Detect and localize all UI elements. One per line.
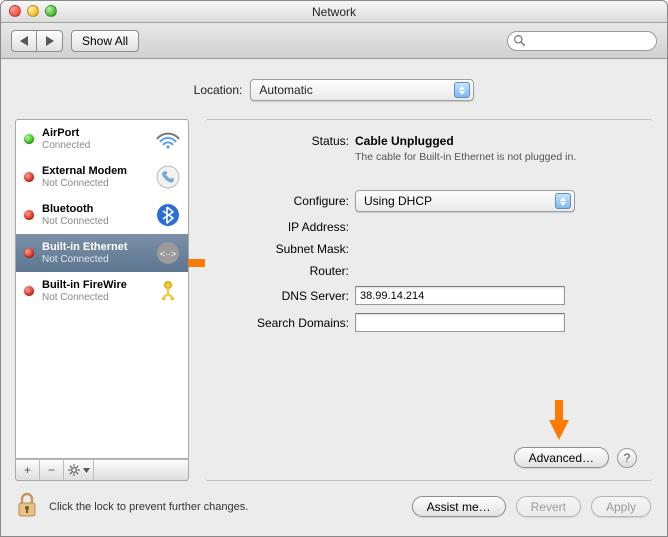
sidebar-toolbar: + − (15, 459, 189, 481)
titlebar: Network (1, 1, 667, 23)
window-title: Network (312, 5, 356, 19)
status-dot-icon (24, 172, 34, 182)
firewire-icon (154, 277, 182, 305)
triangle-right-icon (46, 36, 54, 46)
sidebar-wrap: AirPort Connected External Modem Not Con… (15, 119, 189, 481)
configure-popup[interactable]: Using DHCP (355, 190, 575, 212)
status-label: Status: (215, 134, 355, 164)
svg-text:<··>: <··> (160, 249, 177, 259)
help-button[interactable]: ? (617, 448, 637, 468)
advanced-row: Advanced… ? (514, 447, 637, 468)
service-status: Connected (42, 140, 146, 152)
status-dot-icon (24, 134, 34, 144)
revert-button[interactable]: Revert (516, 496, 581, 517)
location-row: Location: Automatic (1, 59, 667, 119)
search-domains-row: Search Domains: (215, 313, 633, 332)
service-external-modem[interactable]: External Modem Not Connected (16, 158, 188, 196)
dns-server-input[interactable] (355, 286, 565, 305)
body: Location: Automatic AirPort Connected (1, 59, 667, 536)
service-airport[interactable]: AirPort Connected (16, 120, 188, 158)
location-popup[interactable]: Automatic (250, 79, 474, 101)
service-name: Built-in FireWire (42, 279, 146, 292)
status-value: Cable Unplugged (355, 134, 633, 148)
annotation-arrow-advanced (543, 400, 573, 440)
show-all-button[interactable]: Show All (71, 30, 139, 52)
chevron-down-icon (83, 468, 90, 473)
remove-service-button[interactable]: − (40, 460, 64, 480)
search-wrap (507, 31, 657, 51)
status-dot-icon (24, 286, 34, 296)
apply-button[interactable]: Apply (591, 496, 651, 517)
configure-value: Using DHCP (364, 194, 432, 208)
phone-icon (154, 163, 182, 191)
service-status: Not Connected (42, 292, 146, 304)
forward-button[interactable] (37, 30, 63, 52)
assist-me-button[interactable]: Assist me… (412, 496, 506, 517)
network-preferences-window: Network Show All Location: Automatic (0, 0, 668, 537)
back-button[interactable] (11, 30, 37, 52)
status-description: The cable for Built-in Ethernet is not p… (355, 151, 585, 164)
bottom-buttons: Assist me… Revert Apply (412, 496, 651, 517)
service-status: Not Connected (42, 178, 146, 190)
service-list: AirPort Connected External Modem Not Con… (15, 119, 189, 459)
service-name: Built-in Ethernet (42, 241, 146, 254)
status-dot-icon (24, 210, 34, 220)
service-built-in-firewire[interactable]: Built-in FireWire Not Connected (16, 272, 188, 310)
dns-server-label: DNS Server: (215, 289, 355, 303)
bluetooth-icon (154, 201, 182, 229)
bottom-bar: Click the lock to prevent further change… (1, 481, 667, 536)
router-label: Router: (215, 264, 355, 278)
zoom-window-button[interactable] (45, 5, 57, 17)
ip-address-label: IP Address: (215, 220, 355, 234)
service-name: External Modem (42, 165, 146, 178)
search-input[interactable] (507, 31, 657, 51)
subnet-mask-label: Subnet Mask: (215, 242, 355, 256)
advanced-button[interactable]: Advanced… (514, 447, 609, 468)
search-icon (513, 34, 526, 47)
action-menu-button[interactable] (64, 460, 94, 480)
service-status: Not Connected (42, 216, 146, 228)
close-window-button[interactable] (9, 5, 21, 17)
popup-arrows-icon (555, 193, 571, 209)
lock-text: Click the lock to prevent further change… (49, 501, 402, 513)
lock-icon[interactable] (15, 491, 39, 522)
service-bluetooth[interactable]: Bluetooth Not Connected (16, 196, 188, 234)
service-status: Not Connected (42, 254, 146, 266)
toolbar: Show All (1, 23, 667, 59)
window-controls (9, 5, 57, 17)
subnet-mask-row: Subnet Mask: (215, 242, 633, 256)
service-built-in-ethernet[interactable]: Built-in Ethernet Not Connected <··> (16, 234, 188, 272)
ethernet-icon: <··> (154, 239, 182, 267)
router-row: Router: (215, 264, 633, 278)
question-icon: ? (624, 451, 631, 465)
configure-label: Configure: (215, 194, 355, 208)
search-domains-input[interactable] (355, 313, 565, 332)
triangle-left-icon (20, 36, 28, 46)
service-name: AirPort (42, 127, 146, 140)
location-value: Automatic (259, 83, 312, 97)
configure-row: Configure: Using DHCP (215, 190, 633, 212)
service-name: Bluetooth (42, 203, 146, 216)
minimize-window-button[interactable] (27, 5, 39, 17)
popup-arrows-icon (454, 82, 470, 98)
main-row: AirPort Connected External Modem Not Con… (1, 119, 667, 481)
status-row: Status: Cable Unplugged The cable for Bu… (215, 134, 633, 168)
nav-segment (11, 30, 63, 52)
location-label: Location: (194, 83, 243, 97)
ip-address-row: IP Address: (215, 220, 633, 234)
dns-server-row: DNS Server: (215, 286, 633, 305)
status-dot-icon (24, 248, 34, 258)
search-domains-label: Search Domains: (215, 316, 355, 330)
add-service-button[interactable]: + (16, 460, 40, 480)
gear-icon (67, 463, 81, 477)
wifi-icon (154, 125, 182, 153)
details-pane: Status: Cable Unplugged The cable for Bu… (205, 119, 653, 481)
